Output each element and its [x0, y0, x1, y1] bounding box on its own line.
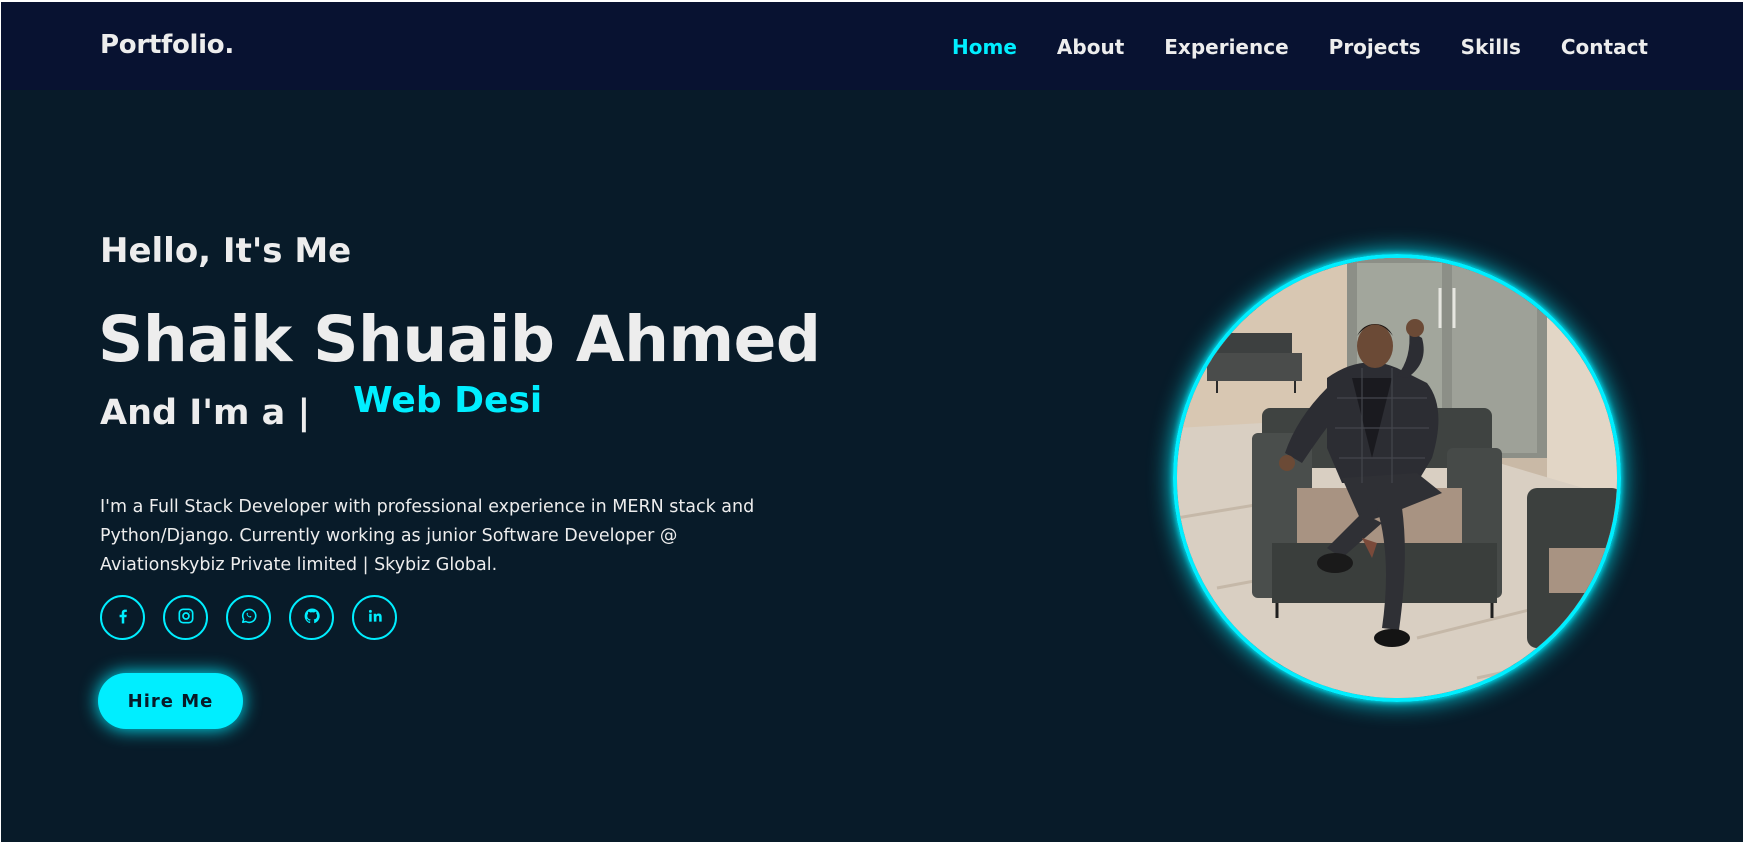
whatsapp-link[interactable]	[226, 595, 271, 640]
hero-greeting: Hello, It's Me	[100, 231, 352, 271]
whatsapp-icon	[239, 606, 259, 630]
linkedin-icon	[365, 606, 385, 630]
github-icon	[302, 606, 322, 630]
linkedin-link[interactable]	[352, 595, 397, 640]
hero-role-prefix: And I'm a |	[100, 393, 311, 433]
nav-link-home[interactable]: Home	[952, 35, 1017, 59]
hero-bio: I'm a Full Stack Developer with professi…	[100, 496, 755, 575]
nav-link-projects[interactable]: Projects	[1329, 35, 1421, 59]
nav-link-contact[interactable]: Contact	[1561, 35, 1648, 59]
facebook-link[interactable]	[100, 595, 145, 640]
nav-link-skills[interactable]: Skills	[1461, 35, 1521, 59]
profile-photo	[1173, 254, 1621, 702]
nav-links: Home About Experience Projects Skills Co…	[912, 35, 1648, 59]
facebook-icon	[113, 606, 133, 630]
hero-name: Shaik Shuaib Ahmed	[98, 303, 821, 376]
logo[interactable]: Portfolio.	[100, 30, 234, 60]
hire-me-button[interactable]: Hire Me	[98, 673, 243, 729]
nav-link-experience[interactable]: Experience	[1164, 35, 1288, 59]
navbar: Portfolio. Home About Experience Project…	[1, 2, 1743, 90]
page: Portfolio. Home About Experience Project…	[1, 2, 1743, 842]
instagram-icon	[176, 606, 196, 630]
profile-photo-illustration	[1177, 258, 1617, 698]
nav-link-about[interactable]: About	[1057, 35, 1124, 59]
social-links	[100, 595, 415, 640]
hero-role-typed: Web Desi	[353, 380, 543, 421]
instagram-link[interactable]	[163, 595, 208, 640]
github-link[interactable]	[289, 595, 334, 640]
